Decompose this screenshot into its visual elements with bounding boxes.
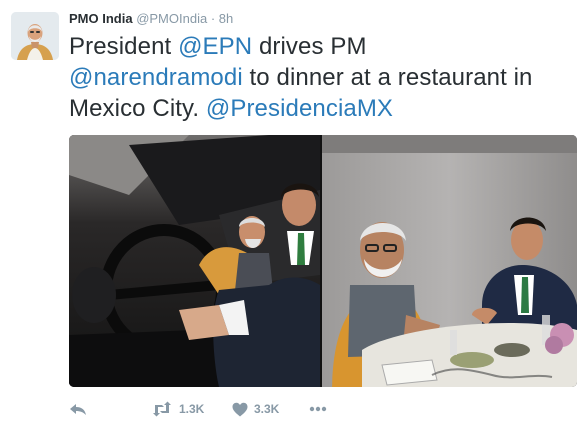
like-button[interactable]: 3.3K xyxy=(232,398,279,420)
car-photo-image xyxy=(69,135,320,387)
heart-icon xyxy=(232,402,248,416)
dinner-photo-image xyxy=(322,135,577,387)
more-button[interactable] xyxy=(309,398,327,420)
retweet-icon xyxy=(153,401,171,417)
tweet-text: President @EPN drives PM @narendramodi to… xyxy=(69,31,579,124)
tweet-header: PMO India @PMOIndia · 8h xyxy=(69,10,233,28)
avatar[interactable] xyxy=(11,12,59,60)
text-segment: President xyxy=(69,33,179,60)
tweet: PMO India @PMOIndia · 8h President @EPN … xyxy=(0,0,585,427)
tweet-actions: 1.3K 3.3K xyxy=(69,398,369,420)
mention-epn[interactable]: @EPN xyxy=(178,33,252,60)
like-count: 3.3K xyxy=(254,402,280,416)
author-handle[interactable]: @PMOIndia xyxy=(136,11,207,26)
retweet-button[interactable]: 1.3K xyxy=(151,398,204,420)
more-icon xyxy=(309,406,327,412)
tweet-media xyxy=(69,135,577,387)
text-segment: drives PM xyxy=(252,33,367,60)
author-name[interactable]: PMO India xyxy=(69,11,133,26)
retweet-count: 1.3K xyxy=(179,402,205,416)
mention-presidenciamx[interactable]: @PresidenciaMX xyxy=(206,95,393,122)
reply-icon xyxy=(70,404,86,415)
mention-narendramodi[interactable]: @narendramodi xyxy=(69,64,243,91)
photo-dinner[interactable] xyxy=(322,135,577,387)
avatar-image xyxy=(11,12,59,60)
photo-car[interactable] xyxy=(69,135,320,387)
separator: · xyxy=(210,11,216,26)
tweet-timestamp[interactable]: 8h xyxy=(219,11,233,26)
reply-button[interactable] xyxy=(69,398,87,420)
